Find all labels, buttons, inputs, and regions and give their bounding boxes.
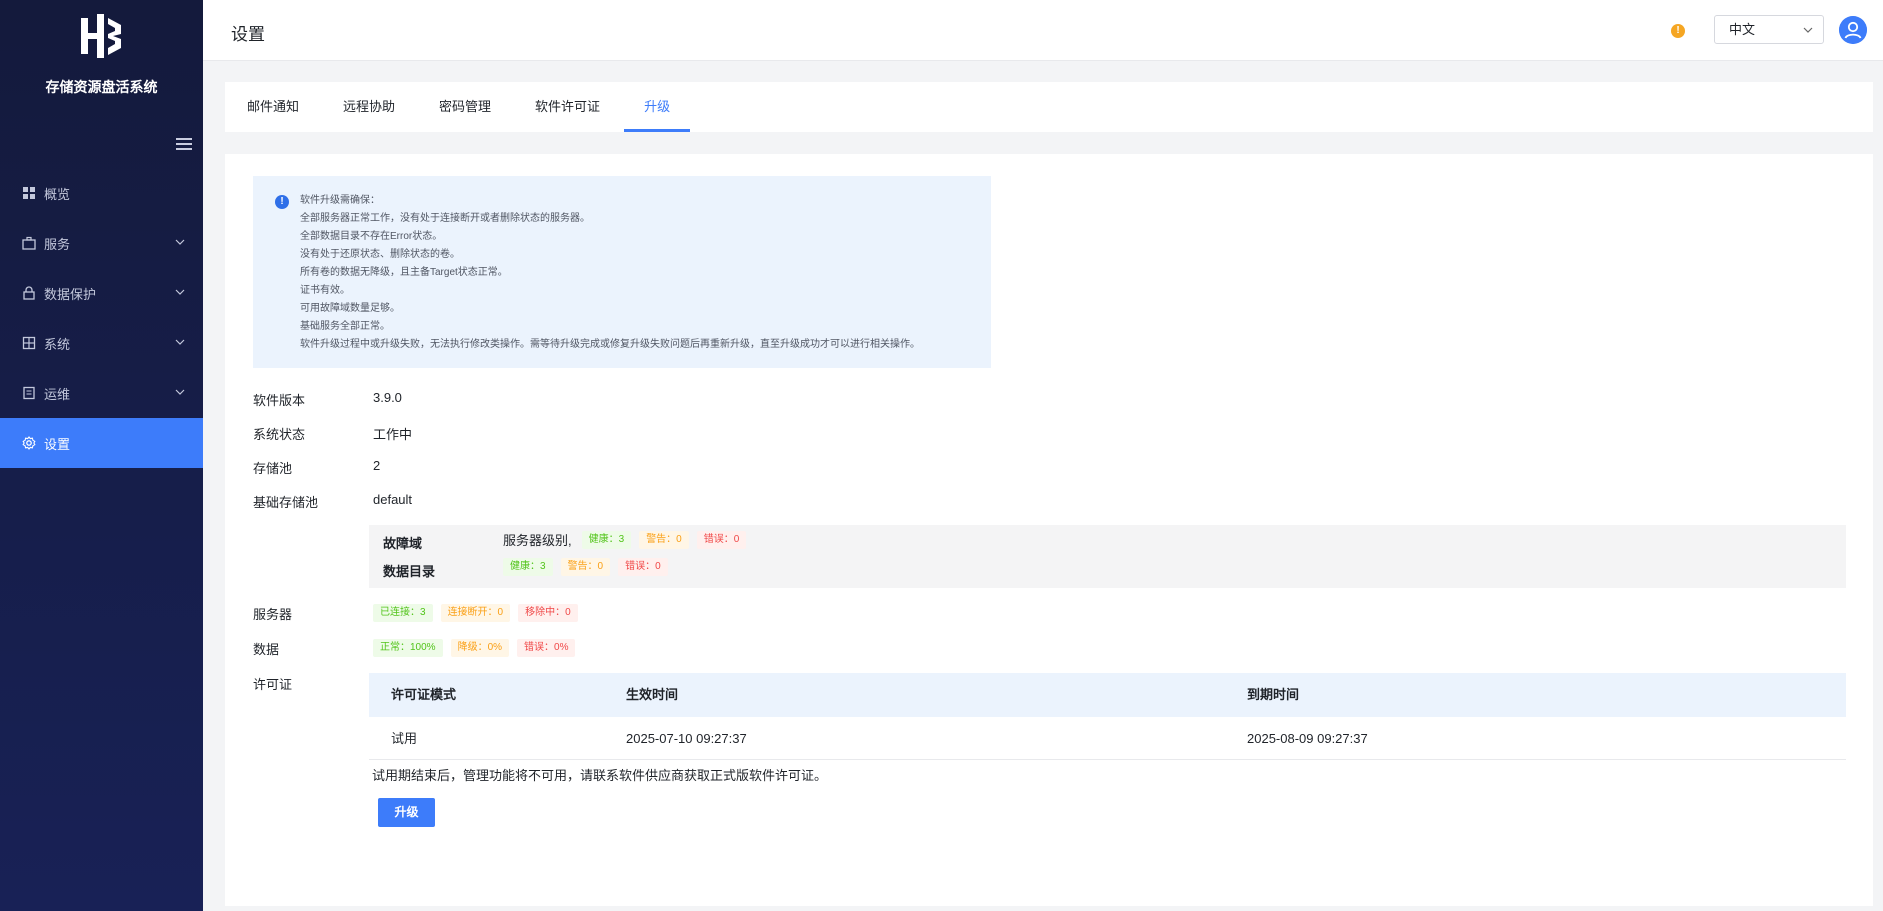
alert-icon[interactable]: ! [1671, 24, 1685, 38]
briefcase-icon [22, 236, 36, 250]
effective-time-cell: 2025-07-10 09:27:37 [626, 731, 747, 746]
notice-line: 全部数据目录不存在Error状态。 [300, 231, 443, 242]
column-header: 许可证模式 [391, 687, 457, 702]
sidebar-item-settings[interactable]: 设置 [0, 418, 203, 468]
chevron-down-icon [175, 289, 185, 295]
notice-line: 软件升级需确保： [300, 195, 380, 206]
fault-domain-error-badge: 错误：0 [696, 530, 747, 549]
tab-password[interactable]: 密码管理 [439, 82, 491, 132]
servers-label: 服务器 [253, 607, 293, 622]
upgrade-button[interactable]: 升级 [378, 798, 435, 827]
grid-icon [23, 187, 35, 199]
license-mode-cell: 试用 [391, 731, 418, 746]
lock-icon [23, 286, 35, 300]
notice-line: 可用故障域数量足够。 [300, 303, 400, 314]
data-error-badge: 错误：0% [517, 639, 576, 657]
app-name: 存储资源盘活系统 [45, 79, 158, 95]
chevron-down-icon [175, 239, 185, 245]
notice-line: 软件升级过程中或升级失败，无法执行修改类操作。需等待升级完成或修复升级失败问题后… [300, 339, 920, 350]
column-header: 到期时间 [1247, 687, 1300, 702]
sidebar-item-ops[interactable]: 运维 [0, 368, 203, 418]
fault-domain-warning-badge: 警告：0 [639, 530, 689, 549]
app-logo [81, 14, 121, 58]
base-pool-value: default [373, 492, 413, 507]
sidebar-item-label: 数据保护 [44, 286, 97, 302]
notice-line: 没有处于还原状态、删除状态的卷。 [300, 249, 460, 260]
data-dir-warning-badge: 警告：0 [560, 558, 611, 576]
sidebar-item-system[interactable]: 系统 [0, 318, 203, 368]
upgrade-notice: ! 软件升级需确保： 全部服务器正常工作，没有处于连接断开或者删除状态的服务器。… [253, 176, 991, 368]
sidebar-item-data-protection[interactable]: 数据保护 [0, 268, 203, 318]
pool-label: 存储池 [253, 461, 293, 476]
fault-domain-healthy-badge: 健康：3 [581, 530, 632, 549]
servers-removing-badge: 移除中：0 [518, 604, 578, 622]
tab-license[interactable]: 软件许可证 [535, 82, 600, 132]
language-value: 中文 [1729, 22, 1756, 37]
notice-line: 全部服务器正常工作，没有处于连接断开或者删除状态的服务器。 [300, 213, 590, 224]
chevron-down-icon [1803, 27, 1813, 33]
table-row: 试用 2025-07-10 09:27:37 2025-08-09 09:27:… [369, 717, 1846, 760]
license-label: 许可证 [253, 677, 293, 692]
gear-icon [22, 436, 36, 450]
servers-connected-badge: 已连接：3 [373, 604, 433, 622]
column-header: 生效时间 [626, 687, 679, 702]
notice-line: 所有卷的数据无降级，且主备Target状态正常。 [300, 267, 508, 278]
status-value: 工作中 [373, 427, 413, 442]
pool-value: 2 [373, 458, 381, 473]
chevron-down-icon [175, 339, 185, 345]
table-header: 许可证模式 生效时间 到期时间 [369, 673, 1846, 717]
version-label: 软件版本 [253, 393, 306, 408]
sidebar: 存储资源盘活系统 概览 服务 数据保护 系统 运维 设置 [0, 0, 203, 911]
info-icon: ! [275, 195, 289, 209]
data-label: 数据 [253, 642, 280, 657]
sidebar-item-label: 系统 [44, 336, 71, 352]
sidebar-item-services[interactable]: 服务 [0, 218, 203, 268]
top-header: 设置 ! 中文 [203, 0, 1883, 61]
tab-upgrade[interactable]: 升级 [624, 82, 691, 132]
sidebar-item-label: 服务 [44, 236, 71, 252]
clipboard-icon [23, 386, 35, 400]
sidebar-item-label: 概览 [44, 186, 71, 202]
base-pool-details: 故障域 服务器级别, 健康：3 警告：0 错误：0 数据目录 健康：3 警告：0… [369, 525, 1846, 588]
notice-line: 基础服务全部正常。 [300, 321, 390, 332]
building-icon [22, 336, 36, 350]
user-avatar-icon[interactable] [1839, 16, 1867, 44]
license-table: 许可证模式 生效时间 到期时间 试用 2025-07-10 09:27:37 2… [369, 673, 1846, 760]
servers-disconnected-badge: 连接断开：0 [440, 604, 511, 622]
notice-line: 证书有效。 [300, 285, 350, 296]
data-dir-label: 数据目录 [383, 564, 436, 579]
data-dir-healthy-badge: 健康：3 [503, 558, 553, 576]
settings-tabs: 邮件通知 远程协助 密码管理 软件许可证 升级 [225, 82, 1873, 132]
chevron-down-icon [175, 389, 185, 395]
fault-domain-level: 服务器级别, [503, 533, 572, 548]
sidebar-item-label: 运维 [44, 386, 71, 402]
version-value: 3.9.0 [373, 390, 402, 405]
tab-remote-assist[interactable]: 远程协助 [343, 82, 395, 132]
menu-collapse-icon[interactable] [176, 138, 192, 152]
language-select[interactable]: 中文 [1714, 15, 1824, 44]
status-label: 系统状态 [253, 427, 306, 442]
license-note: 试用期结束后，管理功能将不可用，请联系软件供应商获取正式版软件许可证。 [372, 768, 828, 783]
sidebar-nav: 概览 服务 数据保护 系统 运维 设置 [0, 168, 203, 468]
data-dir-error-badge: 错误：0 [618, 558, 668, 576]
expire-time-cell: 2025-08-09 09:27:37 [1247, 731, 1368, 746]
data-normal-badge: 正常：100% [373, 639, 443, 657]
fault-domain-label: 故障域 [383, 536, 423, 551]
sidebar-item-overview[interactable]: 概览 [0, 168, 203, 218]
upgrade-panel: ! 软件升级需确保： 全部服务器正常工作，没有处于连接断开或者删除状态的服务器。… [225, 154, 1873, 906]
page-title: 设置 [231, 25, 265, 44]
sidebar-item-label: 设置 [44, 436, 71, 452]
data-degraded-badge: 降级：0% [450, 639, 510, 657]
tab-email-notification[interactable]: 邮件通知 [247, 82, 299, 132]
base-pool-label: 基础存储池 [253, 495, 319, 510]
